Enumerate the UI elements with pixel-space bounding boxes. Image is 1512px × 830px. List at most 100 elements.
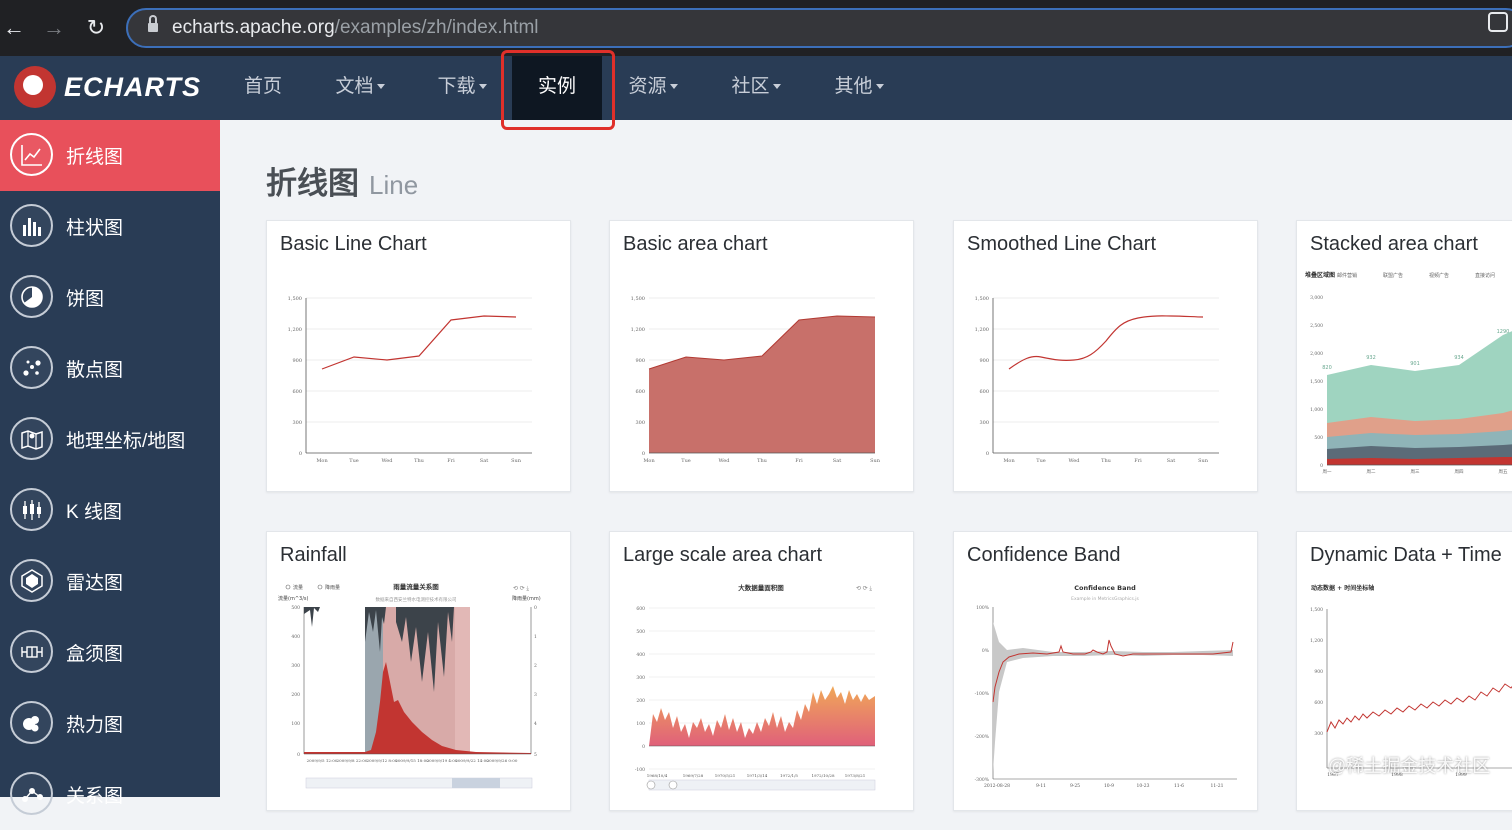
extension-icon[interactable]: [1488, 12, 1508, 32]
example-card[interactable]: Confidence Band Confidence Band Example …: [953, 531, 1258, 811]
example-card[interactable]: Stacked area chart 堆叠区域图 邮件营销 联盟广告 视频广告 …: [1296, 220, 1512, 492]
y-tick: 600: [292, 389, 302, 395]
sidebar-item-pie[interactable]: 饼图: [0, 262, 220, 333]
y-tick: 0: [642, 451, 645, 457]
zoom-slider-handle: [668, 780, 678, 790]
y-tick: 200: [636, 698, 645, 704]
x-tick: 10-23: [1137, 783, 1150, 789]
bar-chart-icon: [10, 204, 53, 247]
x-tick: Sun: [870, 458, 881, 464]
chart-title: 雨量流量关系图: [393, 582, 439, 591]
x-tick: 2009/9/19 4:00: [427, 758, 458, 763]
example-card[interactable]: Basic area chart 1,500 1,200 900 600 300 0 Mo…: [609, 220, 914, 492]
zoom-slider-handle: [452, 778, 500, 788]
nav-resources-label: 资源: [628, 76, 667, 97]
x-tick: 2009/9/8 22:00: [337, 758, 368, 763]
zoom-slider-handle: [646, 780, 656, 790]
y-tick: 0: [299, 451, 302, 457]
nav-resources[interactable]: 资源: [615, 56, 691, 120]
card-title: Large scale area chart: [623, 544, 823, 566]
x-tick: 9-25: [1070, 783, 1080, 789]
x-tick: 11-6: [1174, 783, 1184, 789]
x-tick: Thu: [757, 458, 768, 464]
sidebar-item-label: 散点图: [66, 360, 124, 381]
y-tick: 2,500: [1310, 323, 1323, 329]
x-tick: 10-9: [1104, 783, 1114, 789]
watermark: @稀土掘金技术社区: [1328, 756, 1491, 776]
top-navigation: ECHARTS 首页 文档 下载 实例 资源 社区 其他: [0, 56, 1512, 120]
chart-thumbnail: 1,500 1,200 900 600 300 0 Mon Tue Wed Thu Fri Sat S…: [975, 296, 1219, 464]
y-tick: 400: [291, 634, 300, 640]
y-tick: -100%: [975, 691, 990, 697]
y-tick: 300: [291, 663, 300, 669]
sidebar-item-label: 关系图: [66, 786, 124, 807]
sidebar-item-radar[interactable]: 雷达图: [0, 546, 220, 617]
nav-community[interactable]: 社区: [718, 56, 794, 120]
example-card[interactable]: Rainfall 流量 降雨量 雨量流量关系图 数据来自西安兰特水电测控技术有限…: [266, 531, 571, 811]
x-tick: 1969/7/28: [683, 773, 704, 778]
graph-icon: [10, 772, 53, 815]
x-tick: Tue: [1036, 458, 1046, 464]
forward-arrow-icon[interactable]: →: [40, 14, 68, 42]
chevron-down-icon: [478, 84, 487, 90]
sidebar-item-line[interactable]: 折线图: [0, 120, 220, 191]
y-tick: 5: [534, 752, 537, 758]
chart-thumbnail: Confidence Band Example in MetricsGraphi…: [975, 584, 1237, 789]
y-tick: 1,500: [975, 296, 989, 302]
example-card[interactable]: Large scale area chart 大数据量面积图 ⟲ ⟳ ⤓ 600…: [609, 531, 914, 811]
y-tick: 3,000: [1310, 295, 1323, 301]
y-tick: 0: [534, 605, 537, 611]
y-tick: 1,200: [631, 327, 645, 333]
address-bar[interactable]: echarts.apache.org/examples/zh/index.htm…: [126, 8, 1512, 48]
x-tick: 周一: [1323, 469, 1332, 475]
reload-icon[interactable]: ↻: [82, 14, 110, 42]
example-card[interactable]: Smoothed Line Chart 1,500 1,200 900 600 300 0…: [953, 220, 1258, 492]
x-tick: Sat: [833, 458, 841, 464]
zoom-slider: [648, 779, 876, 791]
chart-thumbnail: 流量 降雨量 雨量流量关系图 数据来自西安兰特水电测控技术有限公司 流量(m^3…: [278, 582, 541, 789]
card-title: Stacked area chart: [1310, 233, 1478, 255]
nav-community-label: 社区: [731, 76, 770, 97]
x-tick: Sat: [480, 458, 488, 464]
chevron-down-icon: [376, 84, 385, 90]
nav-docs[interactable]: 文档: [322, 56, 398, 120]
sidebar-item-candlestick[interactable]: K 线图: [0, 475, 220, 546]
sidebar-item-map[interactable]: 地理坐标/地图: [0, 404, 220, 475]
sidebar-item-bar[interactable]: 柱状图: [0, 191, 220, 262]
x-tick: Wed: [719, 458, 731, 464]
sidebar-item-heatmap[interactable]: 热力图: [0, 688, 220, 759]
sidebar: 折线图 柱状图 饼图 散点图 地理坐标/地图 K 线图 雷达图 盒须图 热力图 …: [0, 120, 220, 815]
card-title: Dynamic Data + Time: [1310, 544, 1502, 566]
radar-icon: [10, 559, 53, 602]
y-tick: 1,000: [1310, 407, 1323, 413]
x-tick: 2012-08-28: [984, 783, 1010, 789]
back-arrow-icon[interactable]: ←: [0, 14, 28, 42]
y-tick: 0: [297, 752, 300, 758]
chart-thumbnail: 1,500 1,200 900 600 300 0 Mon Tue Wed Thu Fri Sat S…: [631, 296, 881, 464]
nav-home[interactable]: 首页: [228, 56, 298, 120]
example-card[interactable]: Basic Line Chart 1,500 1,200 900 600 300…: [266, 220, 571, 492]
sidebar-item-boxplot[interactable]: 盒须图: [0, 617, 220, 688]
nav-other[interactable]: 其他: [821, 56, 897, 120]
line-chart-icon: [10, 133, 53, 176]
dynamic-line-series: [1326, 683, 1512, 733]
y-tick: 600: [1314, 700, 1323, 706]
x-tick: 1972/10/28: [811, 773, 835, 778]
logo-mark-icon: [14, 66, 56, 108]
y-tick: 600: [636, 606, 645, 612]
y-tick: 500: [291, 605, 300, 611]
pie-chart-icon: [10, 275, 53, 318]
sidebar-item-scatter[interactable]: 散点图: [0, 333, 220, 404]
echarts-logo[interactable]: ECHARTS: [14, 64, 214, 112]
x-tick: 2009/9/15 18:00: [395, 758, 429, 763]
y-tick: 900: [1314, 669, 1323, 675]
area-series: [649, 316, 875, 453]
nav-download[interactable]: 下载: [424, 56, 500, 120]
y-tick: 4: [534, 721, 537, 727]
x-tick: 周三: [1411, 469, 1420, 475]
chevron-down-icon: [875, 84, 884, 90]
sidebar-item-graph[interactable]: 关系图: [0, 759, 220, 830]
x-tick: 9-11: [1036, 783, 1046, 789]
x-tick: Mon: [1003, 458, 1015, 464]
y-tick: -300%: [975, 777, 990, 783]
